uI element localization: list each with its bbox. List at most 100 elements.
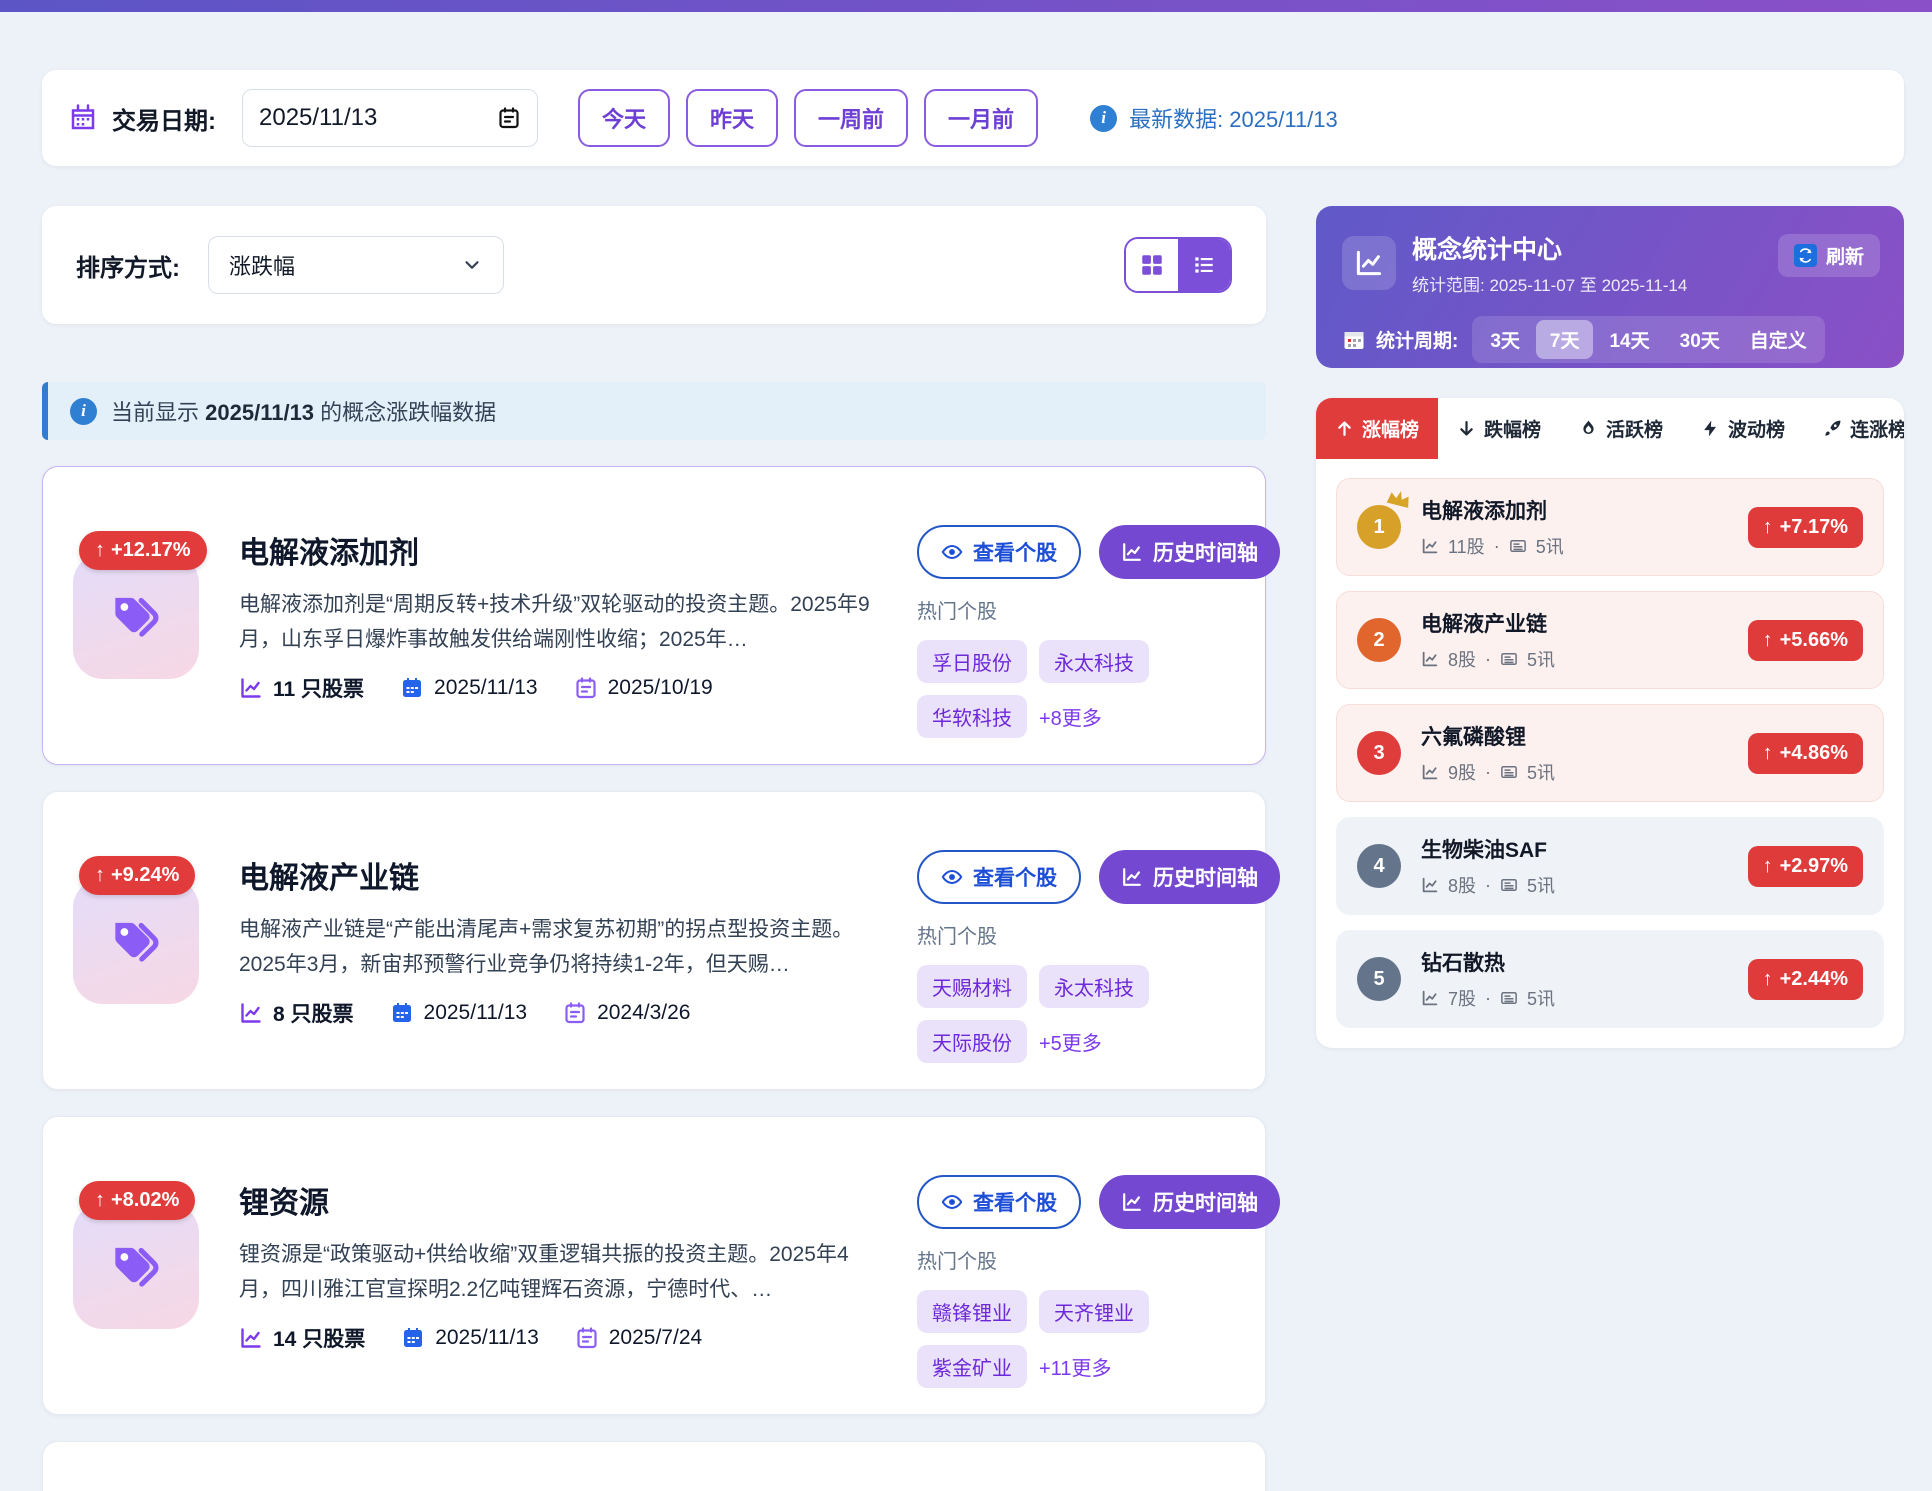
chevron-down-icon xyxy=(461,254,483,276)
period-selector: 3天 7天 14天 30天 自定义 xyxy=(1472,316,1824,363)
list-icon xyxy=(1191,252,1217,278)
stock-tag[interactable]: 孚日股份 xyxy=(917,640,1027,683)
grid-icon xyxy=(1139,252,1165,278)
trade-date-input[interactable]: 2025/11/13 xyxy=(242,89,538,147)
hot-stocks-label: 热门个股 xyxy=(917,1245,1235,1274)
stats-chart-icon xyxy=(1342,236,1396,290)
tab-active[interactable]: 活跃榜 xyxy=(1560,398,1682,459)
stock-tag[interactable]: 赣锋锂业 xyxy=(917,1290,1027,1333)
hot-stocks-label: 热门个股 xyxy=(917,595,1235,624)
chart-icon xyxy=(239,1326,263,1350)
concept-stats-center: 概念统计中心 统计范围: 2025-11-07 至 2025-11-14 刷新 … xyxy=(1316,206,1904,368)
concept-description: 锂资源是“政策驱动+供给收缩”双重逻辑共振的投资主题。2025年4月，四川雅江官… xyxy=(239,1238,881,1307)
tab-gainers[interactable]: 涨幅榜 xyxy=(1316,398,1438,459)
chart-icon xyxy=(1421,537,1439,555)
chart-icon xyxy=(239,676,263,700)
ranking-concept-name: 六氟磷酸锂 xyxy=(1421,721,1730,751)
refresh-button[interactable]: 刷新 xyxy=(1778,234,1880,277)
rank-number: 2 xyxy=(1357,618,1401,662)
view-stocks-button[interactable]: 查看个股 xyxy=(917,850,1081,904)
history-timeline-button[interactable]: 历史时间轴 xyxy=(1099,1175,1280,1229)
tab-streak[interactable]: 连涨榜 xyxy=(1804,398,1904,459)
refresh-icon xyxy=(1794,244,1817,267)
week-ago-button[interactable]: 一周前 xyxy=(794,89,908,147)
ranking-item[interactable]: 4 生物柴油SAF 8股·5讯 +2.97% xyxy=(1336,817,1884,915)
stock-tag[interactable]: 紫金矿业 xyxy=(917,1345,1027,1388)
more-stocks-link[interactable]: +8更多 xyxy=(1039,702,1102,731)
ranking-item[interactable]: 2 电解液产业链 8股·5讯 +5.66% xyxy=(1336,591,1884,689)
current-view-banner: i 当前显示 2025/11/13 的概念涨跌幅数据 xyxy=(42,382,1266,440)
ranking-item[interactable]: 5 钻石散热 7股·5讯 +2.44% xyxy=(1336,930,1884,1028)
grid-view-button[interactable] xyxy=(1126,239,1178,291)
stock-tag[interactable]: 天赐材料 xyxy=(917,965,1027,1008)
ranking-change-badge: +2.44% xyxy=(1748,959,1863,1000)
ranking-change-badge: +7.17% xyxy=(1748,507,1863,548)
ranking-concept-name: 电解液添加剂 xyxy=(1421,495,1730,525)
today-button[interactable]: 今天 xyxy=(578,89,670,147)
period-3d[interactable]: 3天 xyxy=(1476,320,1534,359)
stock-tag[interactable]: 华软科技 xyxy=(917,695,1027,738)
concept-title: 电解液添加剂 xyxy=(239,528,881,572)
latest-data-note: i 最新数据: 2025/11/13 xyxy=(1090,102,1338,134)
up-arrow-icon xyxy=(1763,742,1773,765)
concept-tile: +12.17% xyxy=(73,553,203,679)
more-stocks-link[interactable]: +11更多 xyxy=(1039,1352,1111,1381)
fire-icon xyxy=(1579,419,1598,438)
banner-date: 2025/11/13 xyxy=(205,400,314,425)
tag-icon xyxy=(105,1235,167,1297)
news-icon xyxy=(1500,989,1518,1007)
eye-icon xyxy=(941,541,963,563)
view-stocks-button[interactable]: 查看个股 xyxy=(917,1175,1081,1229)
eye-icon xyxy=(941,866,963,888)
change-badge: +9.24% xyxy=(79,856,195,895)
ranking-concept-name: 钻石散热 xyxy=(1421,947,1730,977)
chart-icon xyxy=(1421,876,1439,894)
rank-number: 5 xyxy=(1357,957,1401,1001)
period-custom[interactable]: 自定义 xyxy=(1736,320,1821,359)
ranking-change-badge: +2.97% xyxy=(1748,846,1863,887)
stock-tag[interactable]: 永太科技 xyxy=(1039,965,1149,1008)
period-14d[interactable]: 14天 xyxy=(1595,320,1663,359)
ranking-concept-name: 电解液产业链 xyxy=(1421,608,1730,638)
trade-date-bar: 交易日期: 2025/11/13 今天 昨天 一周前 一月前 i 最新数据: 2… xyxy=(42,70,1904,166)
date-picker-icon[interactable] xyxy=(497,106,521,130)
ranking-tabs: 涨幅榜 跌幅榜 活跃榜 波动榜 连涨榜 xyxy=(1316,398,1904,459)
eye-icon xyxy=(941,1191,963,1213)
top-accent-bar xyxy=(0,0,1932,12)
period-30d[interactable]: 30天 xyxy=(1666,320,1734,359)
concept-card: +9.24% 电解液产业链 电解液产业链是“产能出清尾声+需求复苏初期”的拐点型… xyxy=(42,791,1266,1090)
history-timeline-button[interactable]: 历史时间轴 xyxy=(1099,850,1280,904)
update-date: 2025/11/13 xyxy=(400,676,538,700)
create-date: 2025/7/24 xyxy=(575,1326,702,1350)
up-arrow-icon xyxy=(95,1189,105,1212)
tab-losers[interactable]: 跌幅榜 xyxy=(1438,398,1560,459)
more-stocks-link[interactable]: +5更多 xyxy=(1039,1027,1102,1056)
ranking-item[interactable]: 1 电解液添加剂 11股·5讯 +7.17% xyxy=(1336,478,1884,576)
list-view-button[interactable] xyxy=(1178,239,1230,291)
history-timeline-button[interactable]: 历史时间轴 xyxy=(1099,525,1280,579)
ranking-change-badge: +5.66% xyxy=(1748,620,1863,661)
tab-volatility[interactable]: 波动榜 xyxy=(1682,398,1804,459)
timeline-chart-icon xyxy=(1121,541,1143,563)
info-icon: i xyxy=(70,398,97,425)
concept-card: +12.17% 电解液添加剂 电解液添加剂是“周期反转+技术升级”双轮驱动的投资… xyxy=(42,466,1266,765)
ranking-item[interactable]: 3 六氟磷酸锂 9股·5讯 +4.86% xyxy=(1336,704,1884,802)
concept-tile: +8.02% xyxy=(73,1203,203,1329)
mini-calendar-icon xyxy=(1342,328,1366,352)
stock-tag[interactable]: 永太科技 xyxy=(1039,640,1149,683)
up-arrow-icon xyxy=(95,864,105,887)
month-ago-button[interactable]: 一月前 xyxy=(924,89,1038,147)
concept-title: 电解液产业链 xyxy=(239,853,881,897)
yesterday-button[interactable]: 昨天 xyxy=(686,89,778,147)
stock-tag[interactable]: 天齐锂业 xyxy=(1039,1290,1149,1333)
sort-selected-value: 涨跌幅 xyxy=(229,249,295,281)
stats-range: 统计范围: 2025-11-07 至 2025-11-14 xyxy=(1412,271,1687,296)
view-stocks-button[interactable]: 查看个股 xyxy=(917,525,1081,579)
calendar-outline-icon xyxy=(575,1326,599,1350)
chart-icon xyxy=(1421,650,1439,668)
ranking-change-badge: +4.86% xyxy=(1748,733,1863,774)
page: 交易日期: 2025/11/13 今天 昨天 一周前 一月前 i 最新数据: 2… xyxy=(0,12,1932,1491)
period-7d[interactable]: 7天 xyxy=(1536,320,1594,359)
sort-select[interactable]: 涨跌幅 xyxy=(208,236,504,294)
stock-tag[interactable]: 天际股份 xyxy=(917,1020,1027,1063)
